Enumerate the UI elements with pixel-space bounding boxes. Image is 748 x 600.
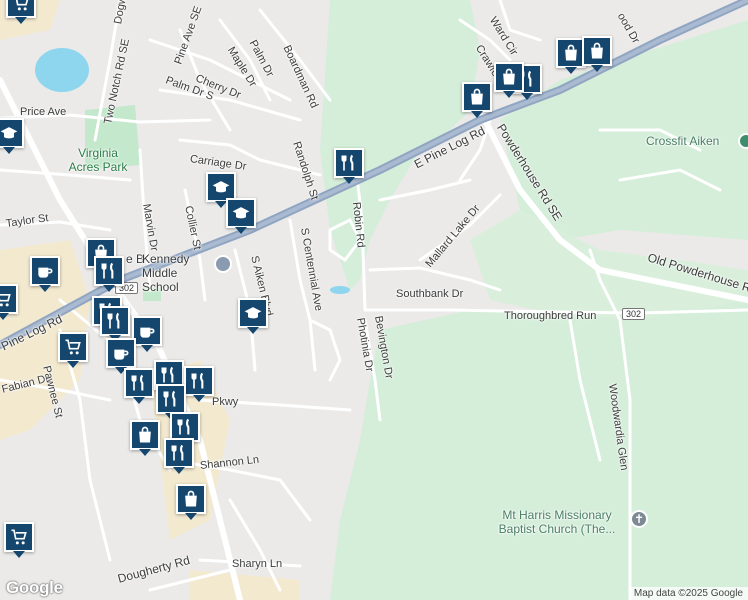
school-marker-icon[interactable] (214, 255, 232, 273)
shopping-pin-pkwy[interactable] (130, 420, 160, 456)
shopping-cart-icon (11, 529, 27, 545)
restaurant-pin-shannon[interactable] (164, 438, 194, 474)
restaurant-pin-carriage[interactable] (334, 148, 364, 184)
shopping-cart-icon (0, 294, 11, 307)
gym-marker-icon[interactable] (738, 133, 748, 149)
restaurant-icon (177, 418, 190, 435)
shopping-bag-icon (139, 426, 151, 443)
route-302-shield: 302 (622, 308, 646, 320)
gym-label[interactable]: Crossfit Aiken (646, 134, 719, 148)
shopping-bag-icon (565, 44, 577, 61)
shopping-pin-shannon[interactable] (176, 484, 206, 520)
restaurant-pin-cluster-6[interactable] (156, 384, 186, 420)
restaurant-icon (341, 154, 354, 171)
school-icon (232, 207, 250, 219)
map-attribution[interactable]: Map data ©2025 Google (628, 587, 748, 600)
grocery-pin-pawnee[interactable] (58, 332, 88, 368)
school-label[interactable]: Kennedy Middle School (142, 252, 214, 294)
coffee-cup-icon (38, 267, 53, 278)
google-logo: Google (6, 578, 63, 597)
cafe-pin-cluster-2[interactable] (106, 338, 136, 374)
shopping-pin-ward-2[interactable] (582, 36, 612, 72)
coffee-cup-icon (140, 327, 155, 338)
shopping-bag-icon (185, 490, 197, 507)
restaurant-pin-kennedy[interactable] (94, 256, 124, 292)
park-label[interactable]: Virginia Acres Park (62, 146, 134, 174)
cafe-pin-cluster-1[interactable] (132, 316, 162, 352)
restaurant-icon (163, 390, 176, 407)
restaurant-icon (191, 372, 204, 389)
shopping-bag-icon (503, 68, 515, 85)
restaurant-icon (131, 374, 144, 391)
shopping-bag-icon (591, 42, 603, 59)
school-pin[interactable] (0, 118, 24, 154)
shopping-pin-pine-log[interactable] (462, 82, 492, 118)
school-pin-aiken[interactable] (238, 298, 268, 334)
street-pkwy: Pkwy (212, 396, 239, 408)
restaurant-pin-cluster-2[interactable] (100, 306, 130, 342)
restaurant-icon (101, 262, 114, 279)
church-marker-icon[interactable]: ✝ (630, 510, 648, 528)
street-price-ave: Price Ave (20, 106, 67, 118)
street-southbank-dr: Southbank Dr (396, 288, 464, 300)
coffee-cup-icon (114, 349, 129, 360)
restaurant-icon (161, 366, 174, 383)
grocery-pin-west[interactable] (0, 284, 18, 320)
school-icon (212, 181, 230, 193)
street-thoroughbred-run: Thoroughbred Run (504, 310, 597, 322)
map-canvas[interactable]: Dogwood Dr Pine Ave SE Palm Dr Maple Dr … (0, 0, 748, 600)
restaurant-pin-cluster-5[interactable] (184, 366, 214, 402)
shopping-cart-icon (65, 339, 81, 355)
restaurant-icon (171, 444, 184, 461)
restaurant-icon (107, 312, 120, 329)
street-sharyn-ln: Sharyn Ln (232, 558, 283, 570)
shopping-bag-icon (471, 88, 483, 105)
school-icon (244, 307, 262, 319)
grocery-pin-southwest[interactable] (4, 522, 34, 558)
church-label[interactable]: Mt Harris Missionary Baptist Church (The… (490, 508, 624, 536)
restaurant-pin-cluster-3[interactable] (124, 368, 154, 404)
shopping-cart-icon (15, 0, 29, 11)
school-icon (0, 127, 18, 139)
school-pin-collier[interactable] (226, 198, 256, 234)
shopping-pin-crawford[interactable] (494, 62, 524, 98)
cafe-pin-taylor[interactable] (30, 256, 60, 292)
shopping-pin[interactable] (6, 0, 36, 24)
